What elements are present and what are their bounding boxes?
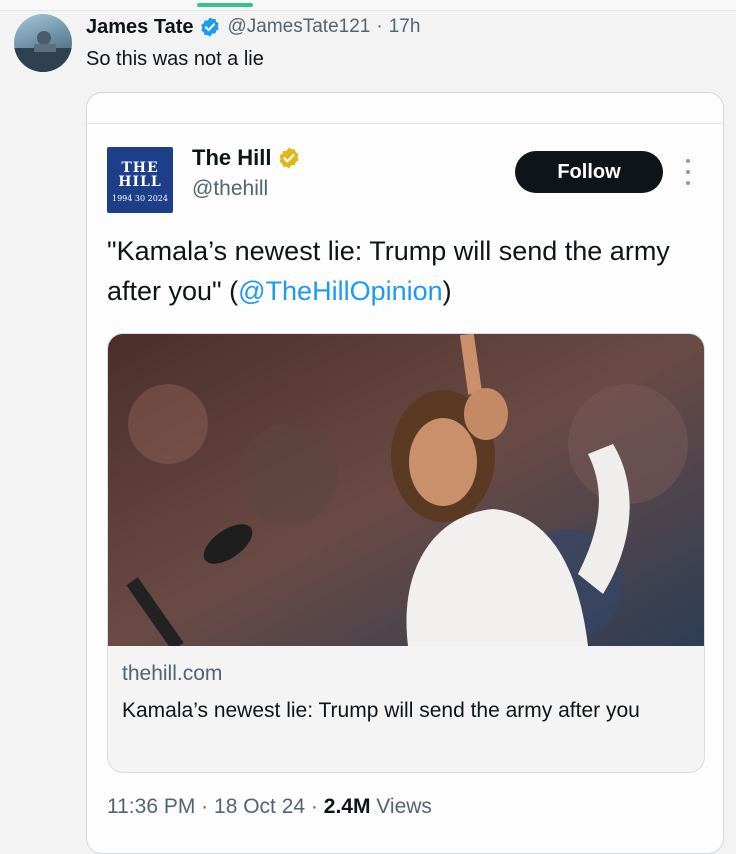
views-label[interactable]: Views — [376, 795, 432, 818]
gold-verified-badge-icon — [279, 147, 299, 169]
post-time[interactable]: 11:36 PM — [107, 795, 195, 818]
quoted-text-end: ) — [442, 276, 452, 306]
top-bar — [0, 0, 736, 11]
quoted-tweet-meta: 11:36 PM · 18 Oct 24 · 2.4M Views — [107, 795, 432, 819]
logo-line-1: THE — [121, 160, 159, 176]
author-avatar[interactable] — [14, 14, 72, 72]
post-date[interactable]: 18 Oct 24 — [214, 795, 305, 818]
article-link-card[interactable]: thehill.com Kamala’s newest lie: Trump w… — [107, 333, 705, 773]
header-separator: · — [376, 16, 383, 37]
logo-line-2: HILL — [118, 174, 162, 190]
more-options-icon[interactable] — [685, 159, 691, 185]
avatar-image — [14, 31, 72, 72]
article-title[interactable]: Kamala’s newest lie: Trump will send the… — [122, 694, 682, 727]
follow-button[interactable]: Follow — [515, 151, 663, 193]
quoted-tweet-text: "Kamala’s newest lie: Trump will send th… — [107, 231, 703, 311]
tweet-time[interactable]: 17h — [389, 16, 421, 38]
tweet-text: So this was not a lie — [86, 48, 264, 70]
tweet-header: James Tate @JamesTate121 · 17h — [86, 14, 420, 40]
logo-tagline: 1994 30 2024 — [112, 194, 168, 203]
author-handle[interactable]: @JamesTate121 — [227, 16, 370, 38]
article-photo[interactable] — [108, 334, 704, 646]
meta-separator-2: · — [310, 795, 318, 818]
the-hill-logo[interactable]: THE HILL 1994 30 2024 — [107, 147, 173, 213]
card-divider — [87, 123, 723, 124]
quoted-author-row: The Hill — [192, 145, 301, 171]
author-name[interactable]: James Tate — [86, 16, 193, 39]
quoted-tweet-card[interactable]: THE HILL 1994 30 2024 The Hill @thehill … — [86, 92, 724, 854]
mention-link[interactable]: @TheHillOpinion — [238, 276, 443, 306]
top-accent-bar — [197, 3, 253, 7]
quoted-author-name[interactable]: The Hill — [192, 145, 271, 171]
views-count[interactable]: 2.4M — [324, 795, 371, 818]
meta-separator-1: · — [201, 795, 209, 818]
article-domain[interactable]: thehill.com — [122, 662, 222, 686]
quoted-author-handle[interactable]: @thehill — [192, 177, 268, 201]
verified-badge-icon — [201, 17, 220, 37]
